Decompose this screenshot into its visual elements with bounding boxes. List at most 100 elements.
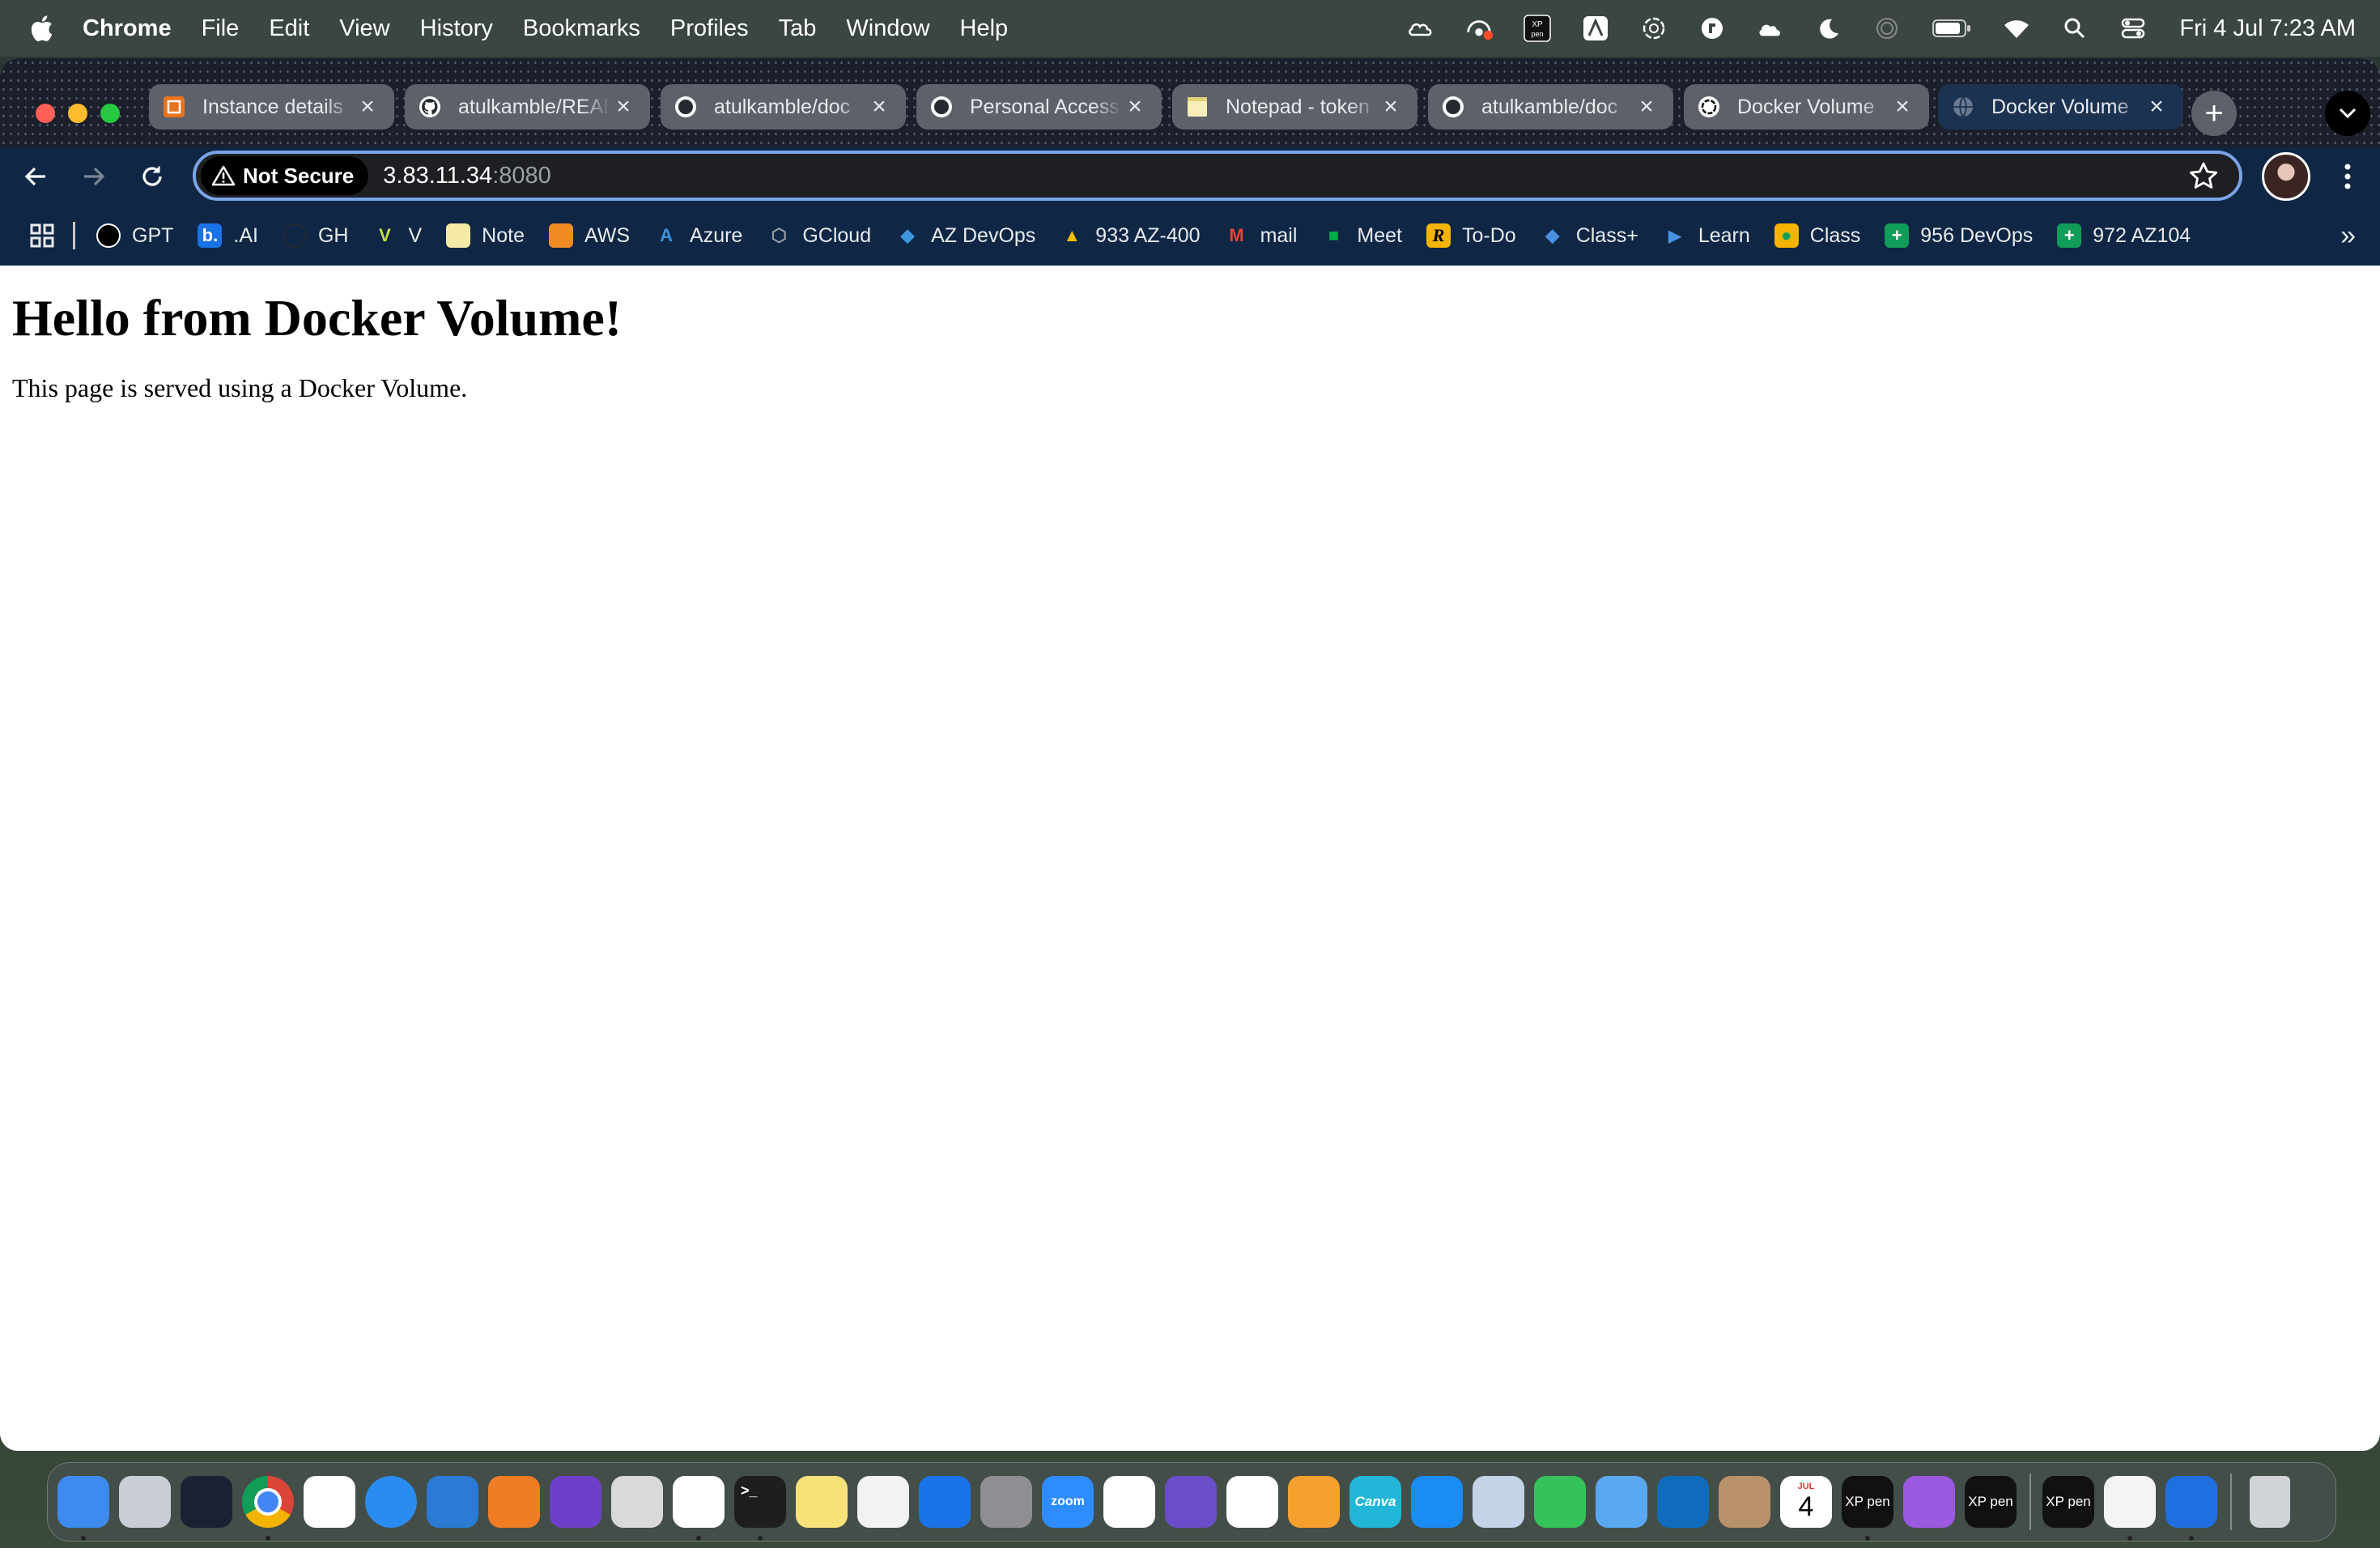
obs-icon[interactable] [181, 1476, 232, 1528]
zoom-window-button[interactable] [100, 104, 120, 123]
sourcetree-icon[interactable] [488, 1476, 540, 1528]
xp-pen-icon[interactable]: XP pen [1524, 15, 1552, 42]
chrome-menu-button[interactable] [2331, 159, 2364, 194]
reload-button[interactable] [134, 159, 170, 194]
safari-icon[interactable] [365, 1476, 417, 1528]
bookmark-item[interactable]: R To-Do [1426, 223, 1516, 248]
battery-icon[interactable] [1932, 15, 1972, 42]
bookmark-item[interactable]: +972 AZ104 [2057, 223, 2191, 248]
artstudio-icon[interactable] [1582, 15, 1609, 42]
bookmark-item[interactable]: ■ Meet [1321, 223, 1402, 248]
close-icon[interactable]: × [2144, 93, 2169, 121]
xp-pen-icon[interactable]: XP pen [1842, 1476, 1893, 1541]
more-bookmarks-icon[interactable]: » [2340, 220, 2356, 252]
vscode-icon[interactable] [427, 1476, 478, 1528]
new-tab-button[interactable]: + [2191, 91, 2237, 136]
minimize-window-button[interactable] [68, 104, 87, 123]
bookmark-item[interactable]: +956 DevOps [1885, 223, 2033, 248]
bookmark-item[interactable]: VV [372, 223, 422, 248]
icloud-icon[interactable] [1757, 15, 1784, 42]
app-store-icon[interactable] [1411, 1476, 1463, 1528]
github-desktop-icon[interactable] [550, 1476, 601, 1528]
tab-docker-volume-active[interactable]: Docker Volume × [1938, 84, 2183, 130]
bookmark-item[interactable]: GH [282, 223, 348, 248]
xp-pen-icon[interactable]: XP pen [1965, 1476, 2017, 1528]
numbers-icon[interactable] [1534, 1476, 1586, 1528]
finder-icon[interactable] [57, 1476, 109, 1541]
menu-bookmarks[interactable]: Bookmarks [523, 15, 640, 42]
outlook-icon[interactable] [1657, 1476, 1709, 1528]
focus-moon-icon[interactable] [1815, 15, 1842, 42]
fingerprint-icon[interactable] [1873, 15, 1901, 42]
trash-icon[interactable] [2250, 1476, 2290, 1528]
zoom-icon[interactable]: zoom [1042, 1476, 1094, 1528]
canva-icon[interactable]: Canva [1349, 1476, 1401, 1528]
mail-icon[interactable] [1596, 1476, 1647, 1528]
menu-history[interactable]: History [420, 15, 493, 42]
spotlight-icon[interactable] [2061, 15, 2089, 42]
terminal-icon[interactable]: >_ [734, 1476, 786, 1541]
pages-icon[interactable] [1288, 1476, 1340, 1528]
screenshot-icon[interactable] [611, 1476, 663, 1528]
chrome-icon[interactable] [242, 1476, 294, 1541]
menu-help[interactable]: Help [960, 15, 1009, 42]
bookmark-item[interactable]: A Azure [654, 223, 742, 248]
close-icon[interactable]: × [1890, 93, 1915, 121]
menu-window[interactable]: Window [846, 15, 929, 42]
bookmark-item[interactable]: ▶ Learn [1662, 223, 1750, 248]
close-window-button[interactable] [36, 104, 55, 123]
menu-edit[interactable]: Edit [269, 15, 309, 42]
reminders-icon[interactable] [1226, 1476, 1278, 1528]
menu-file[interactable]: File [202, 15, 240, 42]
tab-github-readme[interactable]: atulkamble/READ × [405, 84, 650, 130]
bookmark-item[interactable]: AWS [548, 223, 630, 248]
close-icon[interactable]: × [355, 93, 380, 121]
bookmark-item[interactable]: ◆ AZ DevOps [895, 223, 1035, 248]
menu-profiles[interactable]: Profiles [670, 15, 749, 42]
system-settings-icon[interactable] [980, 1476, 1032, 1528]
menu-bar-clock[interactable]: Fri 4 Jul 7:23 AM [2179, 15, 2356, 42]
preview-icon[interactable] [1473, 1476, 1524, 1528]
textedit-icon[interactable] [2104, 1476, 2156, 1541]
calendar-icon[interactable]: JUL 4 [1780, 1476, 1832, 1528]
site-info-chip[interactable]: Not Secure [201, 156, 369, 195]
back-button[interactable] [18, 159, 53, 194]
bookmark-item[interactable]: ◆ Class+ [1540, 223, 1638, 248]
menu-app-chrome[interactable]: Chrome [83, 15, 172, 42]
tab-docker-volume-chatgpt[interactable]: Docker Volume × [1684, 84, 1929, 130]
forward-button[interactable] [76, 159, 112, 194]
notes-icon[interactable] [796, 1476, 848, 1528]
apple-menu-icon[interactable] [29, 15, 53, 42]
apps-grid-icon[interactable] [29, 223, 55, 249]
bookmark-item[interactable]: Note [446, 223, 525, 248]
tab-personal-access[interactable]: Personal Access × [916, 84, 1162, 130]
xcode-icon[interactable] [2165, 1476, 2217, 1541]
menu-tab[interactable]: Tab [779, 15, 817, 42]
wifi-camera-icon[interactable] [1465, 15, 1494, 42]
chatgpt-icon[interactable] [304, 1476, 355, 1528]
creative-cloud-icon[interactable] [1407, 15, 1434, 42]
xp-pen-icon[interactable]: XP pen [2042, 1476, 2094, 1528]
tab-search-button[interactable] [2325, 91, 2370, 136]
contacts-icon[interactable] [1719, 1476, 1770, 1528]
launchpad-icon[interactable] [119, 1476, 171, 1528]
bookmark-star-icon[interactable] [2187, 160, 2220, 193]
keyboard-maestro-icon[interactable] [1698, 15, 1726, 42]
url-text[interactable]: 3.83.11.34:8080 [383, 163, 551, 189]
bookmark-item[interactable]: Mmail [1224, 223, 1297, 248]
bookmark-item[interactable]: GPT [96, 223, 173, 248]
chatgpt-icon[interactable] [1640, 15, 1668, 42]
tab-github-docker-1[interactable]: atulkamble/doc × [661, 84, 906, 130]
close-icon[interactable]: × [867, 93, 891, 121]
tab-notepad[interactable]: Notepad - token × [1172, 84, 1417, 130]
tab-github-docker-2[interactable]: atulkamble/doc × [1428, 84, 1673, 130]
close-icon[interactable]: × [611, 93, 635, 121]
close-icon[interactable]: × [1379, 93, 1403, 121]
imovie-icon[interactable] [1165, 1476, 1217, 1528]
close-icon[interactable]: × [1634, 93, 1659, 121]
address-bar[interactable]: Not Secure 3.83.11.34:8080 [193, 151, 2242, 201]
github-copilot-icon[interactable] [673, 1476, 725, 1541]
google-drive-icon[interactable] [1103, 1476, 1155, 1528]
bookmark-item[interactable]: ⬡ GCloud [767, 223, 871, 248]
feedback-icon[interactable] [1903, 1476, 1955, 1528]
